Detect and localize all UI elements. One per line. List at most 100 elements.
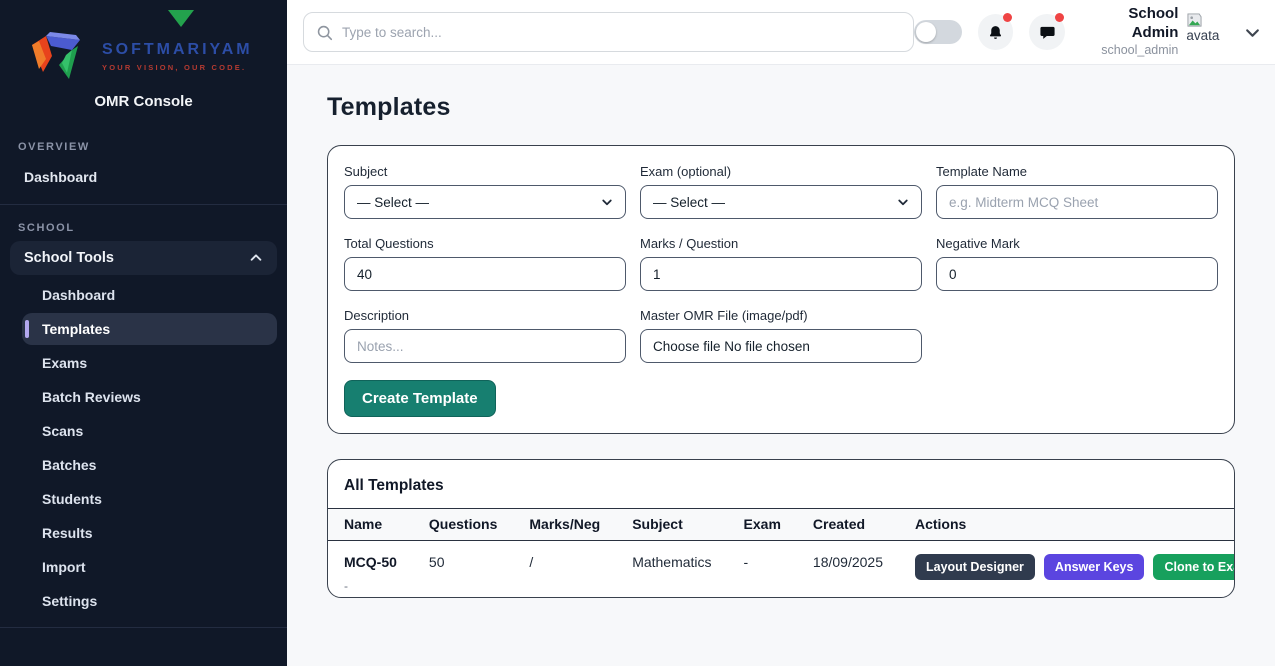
template-name-label: Template Name [936, 164, 1218, 179]
search-box [303, 12, 914, 52]
field-template-name: Template Name [936, 164, 1218, 219]
create-template-button[interactable]: Create Template [344, 380, 496, 417]
sidebar-item-settings[interactable]: Settings [28, 585, 277, 617]
message-badge [1055, 13, 1064, 22]
clone-to-exam-button[interactable]: Clone to Exam [1153, 554, 1235, 580]
sidebar-item-students[interactable]: Students [28, 483, 277, 515]
avatar[interactable]: avata [1186, 11, 1232, 53]
sidebar-divider-bottom [0, 627, 287, 628]
cell-marks-neg: / [513, 541, 616, 598]
exam-select-value: — Select — [653, 195, 725, 210]
field-negative-mark: Negative Mark [936, 236, 1218, 291]
all-templates-card: All Templates Name Questions Marks/Neg S… [327, 459, 1235, 598]
search-icon [316, 24, 333, 41]
templates-table: Name Questions Marks/Neg Subject Exam Cr… [328, 508, 1235, 597]
col-header-created: Created [797, 509, 899, 541]
col-header-questions: Questions [413, 509, 513, 541]
sidebar-item-scans[interactable]: Scans [28, 415, 277, 447]
empty-grid-cell [936, 308, 1218, 363]
app-root: SOFTMARIYAM YOUR VISION, OUR CODE. OMR C… [0, 0, 1275, 666]
subject-select-value: — Select — [357, 195, 429, 210]
field-description: Description [344, 308, 626, 363]
user-role: school_admin [1079, 43, 1178, 59]
brand-name: SOFTMARIYAM [102, 41, 253, 59]
sidebar-item-batches[interactable]: Batches [28, 449, 277, 481]
broken-image-icon [1186, 13, 1203, 28]
master-omr-file-label: Master OMR File (image/pdf) [640, 308, 922, 323]
cell-name: MCQ-50 - [328, 541, 413, 598]
page-title: Templates [327, 93, 1235, 122]
total-questions-input[interactable] [344, 257, 626, 291]
sidebar-item-results[interactable]: Results [28, 517, 277, 549]
subject-select[interactable]: — Select — [344, 185, 626, 219]
negative-mark-input[interactable] [936, 257, 1218, 291]
user-meta: School Admin school_admin [1079, 5, 1178, 58]
user-name: School Admin [1079, 5, 1178, 43]
toggle-knob [916, 22, 936, 42]
brand-triangle-icon [168, 10, 194, 27]
sidebar-group-school-tools[interactable]: School Tools [10, 241, 277, 275]
create-template-card: Subject — Select — Exam (optional) — Sel… [327, 145, 1235, 434]
cell-actions: Layout Designer Answer Keys Clone to Exa… [899, 541, 1235, 598]
console-label: OMR Console [26, 93, 261, 110]
notifications-button[interactable] [978, 14, 1014, 50]
layout-designer-button[interactable]: Layout Designer [915, 554, 1035, 580]
table-title: All Templates [328, 460, 1234, 508]
cell-created: 18/09/2025 [797, 541, 899, 598]
description-input[interactable] [344, 329, 626, 363]
cell-name-sub: - [344, 579, 397, 593]
avatar-alt-text: avata [1186, 28, 1219, 43]
master-omr-file-input[interactable]: Choose file No file chosen [640, 329, 922, 363]
col-header-subject: Subject [616, 509, 727, 541]
school-tools-submenu: Dashboard Templates Exams Batch Reviews … [10, 279, 277, 617]
notification-badge [1003, 13, 1012, 22]
col-header-name: Name [328, 509, 413, 541]
chevron-up-icon [249, 251, 263, 265]
template-name-input[interactable] [936, 185, 1218, 219]
total-questions-label: Total Questions [344, 236, 626, 251]
theme-toggle[interactable] [914, 20, 962, 44]
field-exam: Exam (optional) — Select — [640, 164, 922, 219]
bell-icon [987, 24, 1004, 41]
marks-per-question-label: Marks / Question [640, 236, 922, 251]
cell-questions: 50 [413, 541, 513, 598]
brand-mark-icon [26, 29, 92, 83]
field-subject: Subject — Select — [344, 164, 626, 219]
chat-icon [1039, 24, 1056, 41]
field-total-questions: Total Questions [344, 236, 626, 291]
section-label-overview: OVERVIEW [10, 124, 277, 160]
exam-label: Exam (optional) [640, 164, 922, 179]
chevron-down-icon [1244, 24, 1261, 41]
field-marks-per-question: Marks / Question [640, 236, 922, 291]
sidebar-item-import[interactable]: Import [28, 551, 277, 583]
sidebar-item-batch-reviews[interactable]: Batch Reviews [28, 381, 277, 413]
answer-keys-button[interactable]: Answer Keys [1044, 554, 1145, 580]
description-label: Description [344, 308, 626, 323]
file-input-text: Choose file No file chosen [653, 339, 810, 354]
sidebar-item-dashboard[interactable]: Dashboard [10, 160, 277, 194]
sidebar-nav: OVERVIEW Dashboard SCHOOL School Tools D… [0, 124, 287, 666]
field-master-omr-file: Master OMR File (image/pdf) Choose file … [640, 308, 922, 363]
negative-mark-label: Negative Mark [936, 236, 1218, 251]
sidebar-item-templates[interactable]: Templates [22, 313, 277, 345]
user-menu-chevron[interactable] [1244, 24, 1261, 41]
messages-button[interactable] [1029, 14, 1065, 50]
table-row: MCQ-50 - 50 / Mathematics - 18/09/2025 L… [328, 541, 1235, 598]
col-header-exam: Exam [728, 509, 797, 541]
brand-tagline: YOUR VISION, OUR CODE. [102, 63, 253, 72]
cell-exam: - [728, 541, 797, 598]
main-column: School Admin school_admin avata Template… [287, 0, 1275, 666]
chevron-down-icon [897, 196, 909, 208]
sidebar-item-exams[interactable]: Exams [28, 347, 277, 379]
sidebar-item-school-dashboard[interactable]: Dashboard [28, 279, 277, 311]
search-input[interactable] [342, 25, 901, 40]
marks-per-question-input[interactable] [640, 257, 922, 291]
brand-logo[interactable]: SOFTMARIYAM YOUR VISION, OUR CODE. OMR C… [0, 0, 287, 124]
content-area: Templates Subject — Select — Exam (optio… [287, 65, 1275, 666]
subject-label: Subject [344, 164, 626, 179]
col-header-actions: Actions [899, 509, 1235, 541]
cell-subject: Mathematics [616, 541, 727, 598]
exam-select[interactable]: — Select — [640, 185, 922, 219]
topbar: School Admin school_admin avata [287, 0, 1275, 65]
section-label-school: SCHOOL [10, 205, 277, 241]
